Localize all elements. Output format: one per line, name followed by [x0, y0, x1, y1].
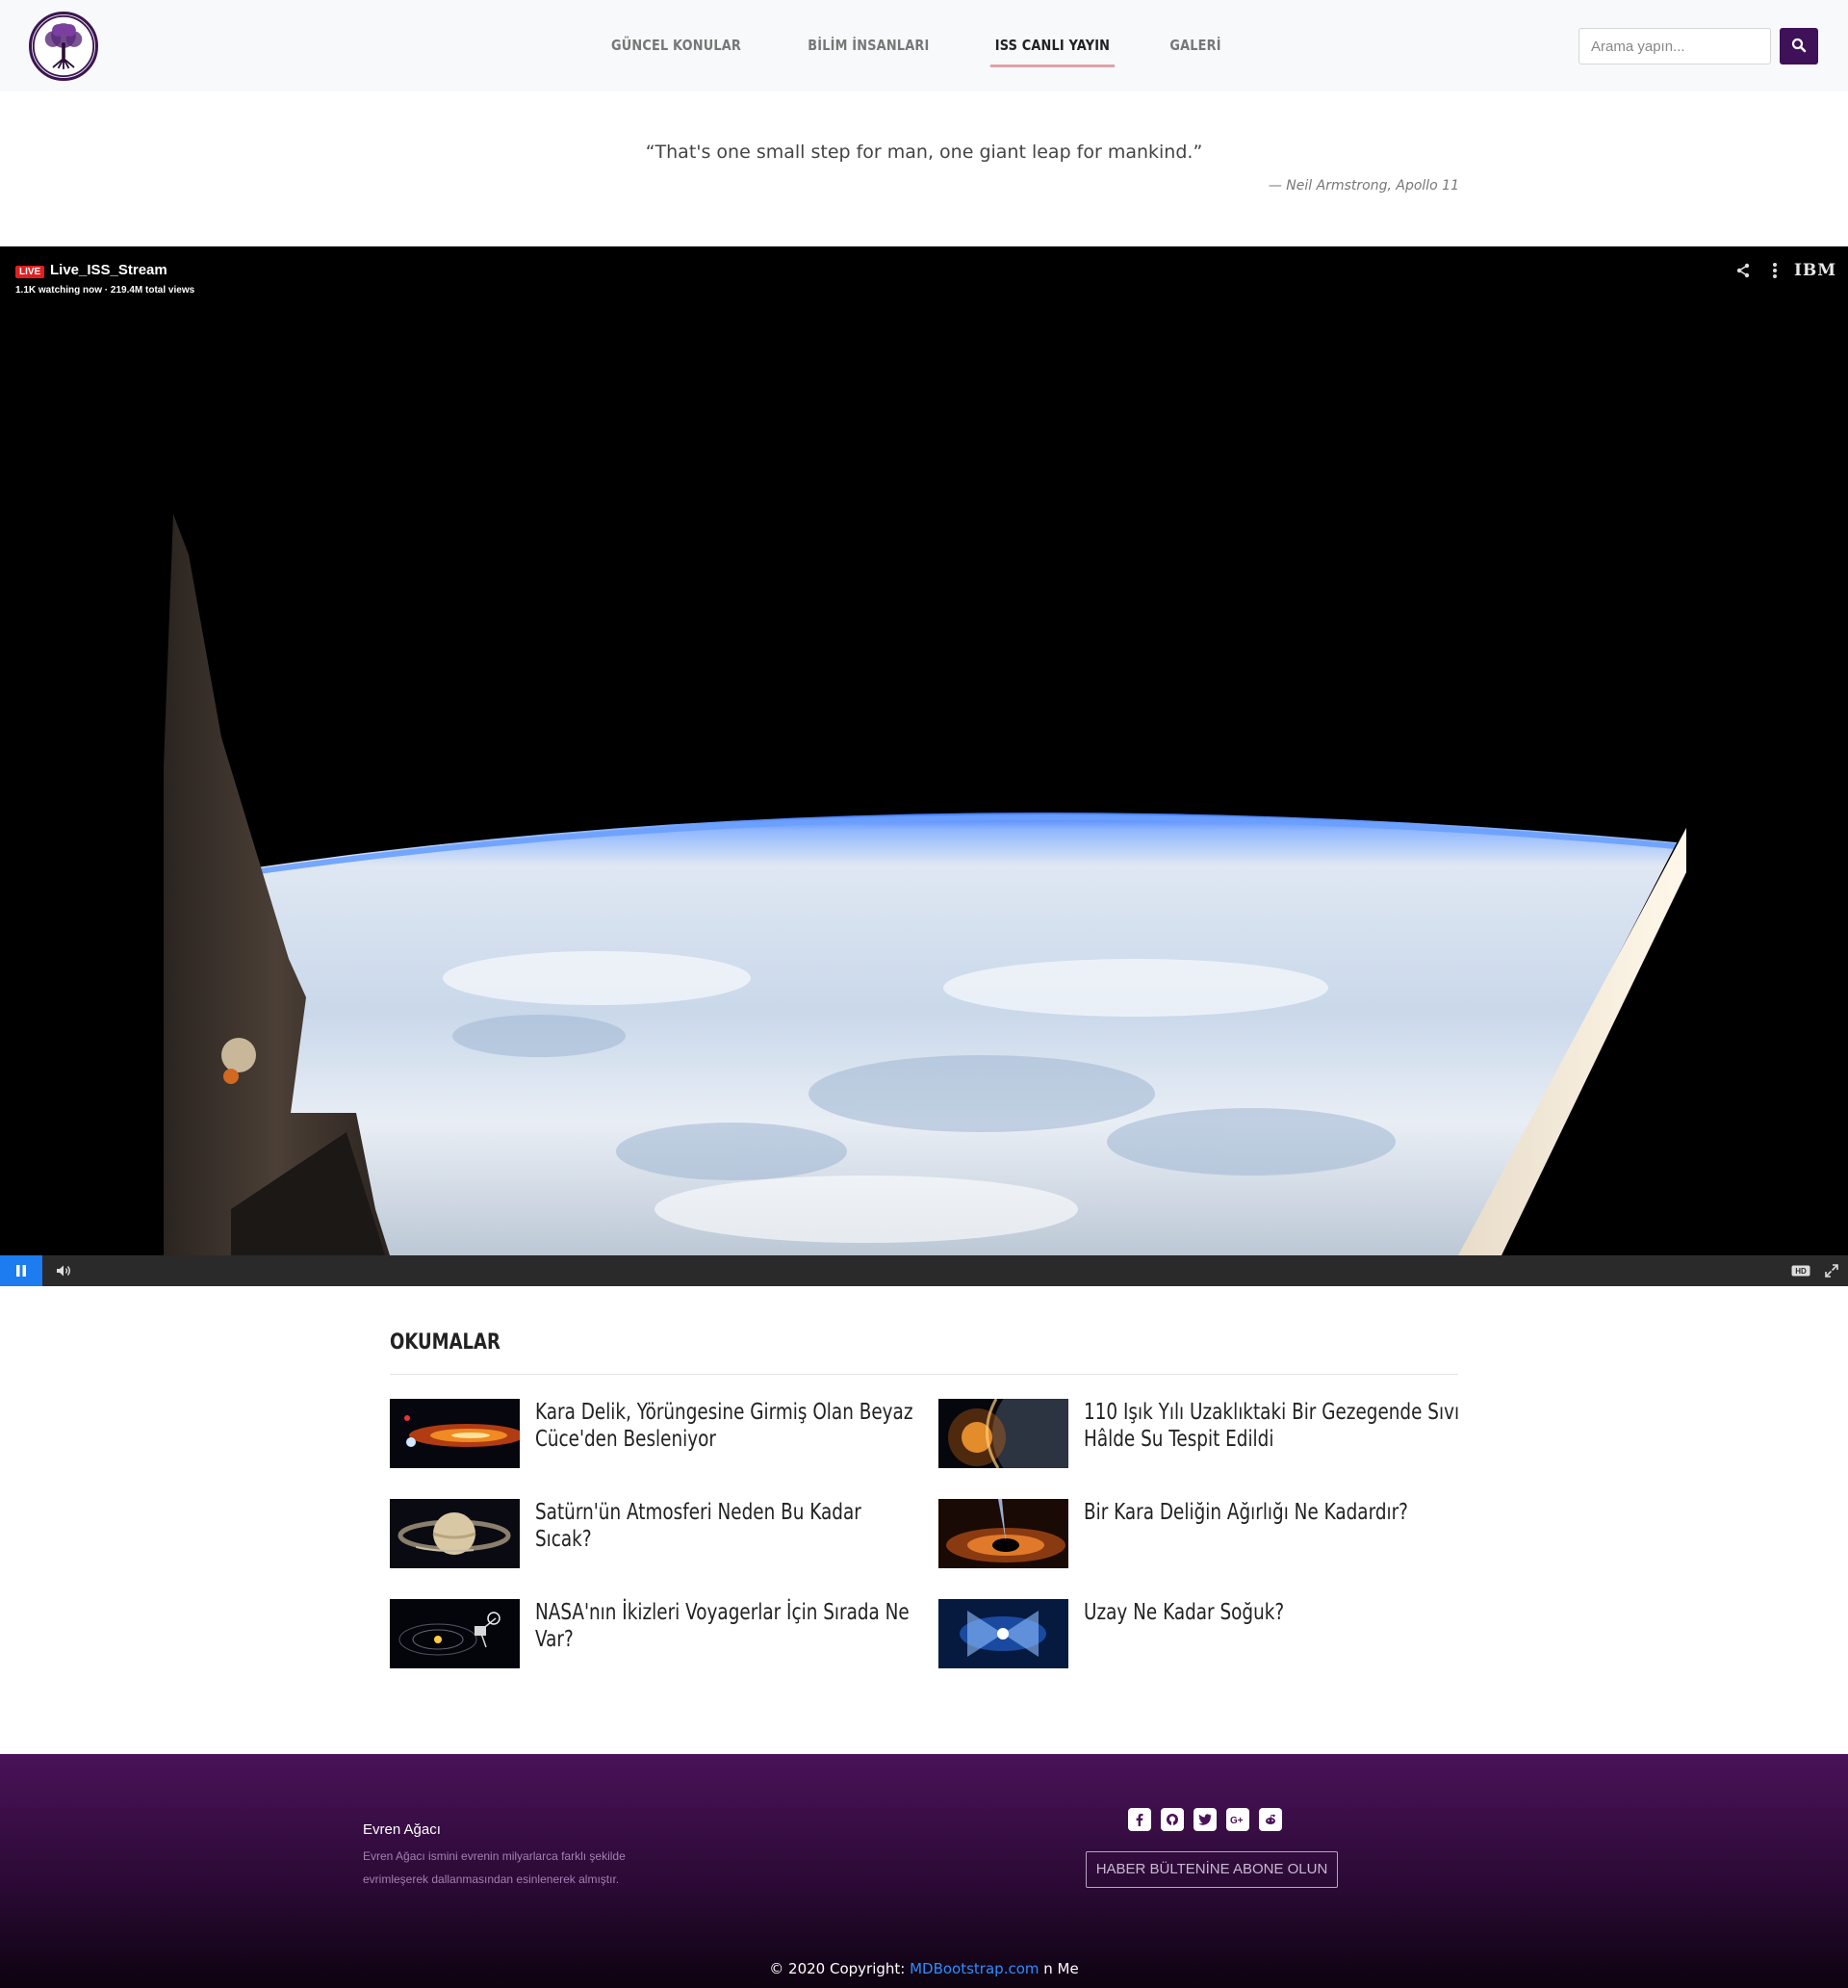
hd-label: HD: [1795, 1267, 1807, 1276]
search-icon: [1791, 38, 1807, 56]
tree-of-life-logo[interactable]: [29, 12, 98, 81]
svg-text:G+: G+: [1230, 1816, 1244, 1825]
article-card[interactable]: Uzay Ne Kadar Soğuk?: [938, 1599, 1458, 1670]
article-title[interactable]: Kara Delik, Yörüngesine Girmiş Olan Beya…: [535, 1399, 915, 1453]
article-title[interactable]: Satürn'ün Atmosferi Neden Bu Kadar Sıcak…: [535, 1499, 915, 1553]
article-thumbnail: [390, 1399, 520, 1468]
footer-description: Evren Ağacı ismini evrenin milyarlarca f…: [363, 1849, 626, 1886]
main-nav: GÜNCEL KONULAR BİLİM İNSANLARI ISS CANLI…: [578, 0, 1248, 91]
article-thumbnail: [938, 1599, 1068, 1668]
share-icon[interactable]: [1732, 260, 1754, 281]
fullscreen-icon[interactable]: [1821, 1255, 1842, 1286]
article-title[interactable]: Bir Kara Deliğin Ağırlığı Ne Kadardır?: [1084, 1499, 1464, 1526]
article-title[interactable]: 110 Işık Yılı Uzaklıktaki Bir Gezegende …: [1084, 1399, 1464, 1453]
copyright: © 2020 Copyright: MDBootstrap.com n Me: [0, 1960, 1848, 1977]
article-thumbnail: [390, 1499, 520, 1568]
nav-link-galeri[interactable]: GALERİ: [1149, 0, 1241, 91]
article-thumbnail: [938, 1399, 1068, 1468]
nav-link-guncel-konular[interactable]: GÜNCEL KONULAR: [591, 0, 760, 91]
hd-icon[interactable]: HD: [1788, 1255, 1813, 1286]
twitter-icon[interactable]: [1194, 1808, 1217, 1831]
video-player[interactable]: LIVE Live_ISS_Stream 1.1K watching now ·…: [0, 246, 1848, 1286]
reddit-icon[interactable]: [1259, 1808, 1282, 1831]
quote-text: “That's one small step for man, one gian…: [645, 142, 1203, 163]
video-frame: [0, 246, 1848, 1255]
github-icon[interactable]: [1161, 1808, 1184, 1831]
player-controls: HD: [0, 1255, 1848, 1286]
quote-section: “That's one small step for man, one gian…: [0, 91, 1848, 245]
footer: Evren Ağacı Evren Ağacı ismini evrenin m…: [0, 1754, 1848, 1988]
copyright-link[interactable]: MDBootstrap.com: [910, 1960, 1039, 1977]
navbar: GÜNCEL KONULAR BİLİM İNSANLARI ISS CANLI…: [0, 0, 1848, 91]
google-plus-icon[interactable]: G+: [1226, 1808, 1249, 1831]
section-divider: [390, 1374, 1458, 1375]
live-badge: LIVE: [15, 266, 45, 278]
article-thumbnail: [938, 1499, 1068, 1568]
volume-icon[interactable]: [52, 1255, 75, 1286]
ibm-logo[interactable]: IBM: [1794, 260, 1835, 281]
pause-icon[interactable]: [0, 1255, 42, 1286]
social-links: G+: [1128, 1808, 1292, 1831]
article-card[interactable]: NASA'nın İkizleri Voyagerlar İçin Sırada…: [390, 1599, 910, 1670]
quote-author: — Neil Armstrong, Apollo 11: [1268, 178, 1459, 194]
article-card[interactable]: 110 Işık Yılı Uzaklıktaki Bir Gezegende …: [938, 1399, 1459, 1470]
newsletter-subscribe-button[interactable]: HABER BÜLTENİNE ABONE OLUN: [1086, 1851, 1338, 1888]
nav-link-bilim-insanlari[interactable]: BİLİM İNSANLARI: [788, 0, 949, 91]
copyright-suffix: n Me: [1039, 1960, 1079, 1977]
article-card[interactable]: Bir Kara Deliğin Ağırlığı Ne Kadardır?: [938, 1499, 1458, 1570]
footer-brand: Evren Ağacı: [363, 1821, 441, 1838]
article-card[interactable]: Satürn'ün Atmosferi Neden Bu Kadar Sıcak…: [390, 1499, 910, 1570]
stream-title[interactable]: Live_ISS_Stream: [50, 262, 167, 278]
article-title[interactable]: NASA'nın İkizleri Voyagerlar İçin Sırada…: [535, 1599, 915, 1653]
article-title[interactable]: Uzay Ne Kadar Soğuk?: [1084, 1599, 1464, 1626]
stream-stats: 1.1K watching now · 219.4M total views: [15, 285, 195, 296]
search-button[interactable]: [1780, 28, 1818, 65]
article-thumbnail: [390, 1599, 520, 1668]
copyright-prefix: © 2020 Copyright:: [769, 1960, 911, 1977]
nav-link-iss-canli-yayin[interactable]: ISS CANLI YAYIN: [975, 0, 1130, 91]
section-title-okumalar: OKUMALAR: [390, 1330, 500, 1355]
more-vertical-icon[interactable]: [1765, 260, 1784, 281]
search-input[interactable]: [1578, 28, 1771, 65]
article-card[interactable]: Kara Delik, Yörüngesine Girmiş Olan Beya…: [390, 1399, 912, 1470]
facebook-icon[interactable]: [1128, 1808, 1151, 1831]
